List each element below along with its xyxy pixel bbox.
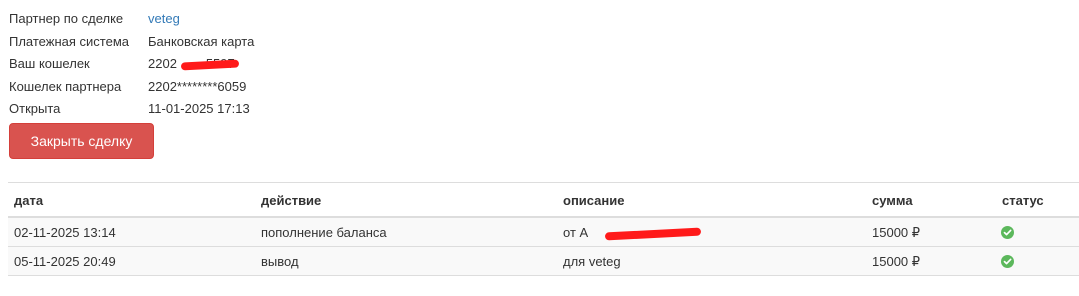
deal-page: Партнер по сделке veteg Платежная систем…	[0, 0, 1079, 296]
opened-value: 11-01-2025 17:13	[148, 101, 250, 116]
partner-wallet-label: Кошелек партнера	[9, 78, 122, 94]
operations-table: дата действие описание сумма статус 02-1…	[8, 182, 1079, 276]
row-description: для veteg	[563, 254, 621, 269]
column-header-status: статус	[1002, 193, 1044, 208]
table-header-row: дата действие описание сумма статус	[8, 183, 1079, 218]
wallet-label: Ваш кошелек	[9, 56, 90, 71]
table-row: 02-11-2025 13:14 пополнение баланса от А…	[8, 218, 1079, 247]
check-circle-icon	[1001, 226, 1014, 239]
row-amount: 15000 ₽	[872, 254, 921, 269]
partner-wallet-value: 2202********6059	[148, 78, 247, 94]
row-action: пополнение баланса	[261, 225, 387, 240]
close-deal-button[interactable]: Закрыть сделку	[9, 123, 154, 159]
table-row: 05-11-2025 20:49 вывод для veteg 15000 ₽	[8, 247, 1079, 276]
column-header-amount: сумма	[872, 193, 913, 208]
row-action: вывод	[261, 254, 299, 269]
opened-label: Открыта	[9, 101, 61, 116]
column-header-description: описание	[563, 193, 625, 208]
payment-system-label: Платежная система	[9, 33, 129, 49]
partner-link[interactable]: veteg	[148, 9, 180, 29]
description-redaction-mark	[604, 227, 702, 241]
row-date: 02-11-2025 13:14	[14, 225, 116, 240]
partner-label: Партнер по сделке	[9, 11, 124, 26]
payment-system-value: Банковская карта	[148, 33, 255, 49]
check-circle-icon	[1001, 255, 1014, 268]
row-date: 05-11-2025 20:49	[14, 254, 116, 269]
column-header-date: дата	[14, 193, 44, 208]
row-amount: 15000 ₽	[872, 225, 921, 240]
row-description: от А	[563, 225, 589, 240]
column-header-action: действие	[261, 193, 322, 208]
